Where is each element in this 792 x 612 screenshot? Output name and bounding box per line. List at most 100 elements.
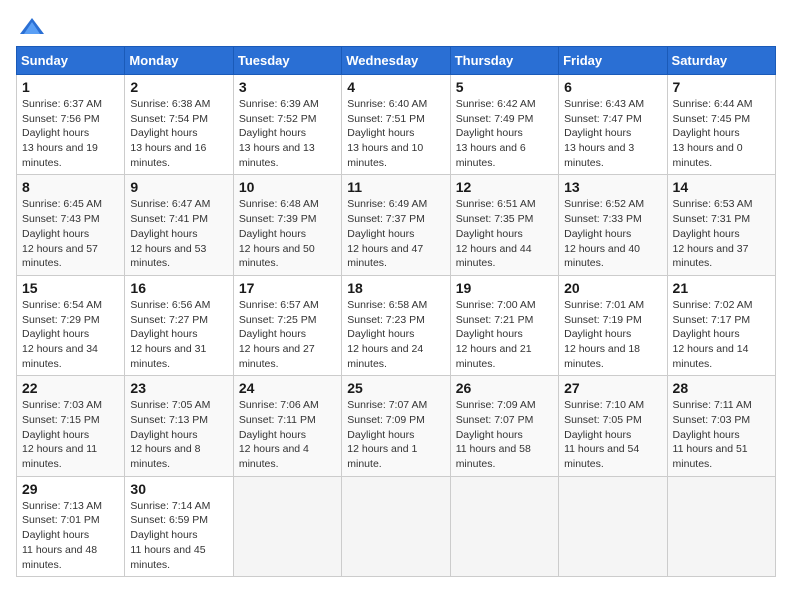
- calendar-cell: 28 Sunrise: 7:11 AMSunset: 7:03 PMDayligh…: [667, 376, 775, 476]
- day-number: 17: [239, 280, 336, 296]
- calendar-cell: 8 Sunrise: 6:45 AMSunset: 7:43 PMDaylight…: [17, 175, 125, 275]
- calendar-cell: 26 Sunrise: 7:09 AMSunset: 7:07 PMDayligh…: [450, 376, 558, 476]
- day-info: Sunrise: 7:14 AMSunset: 6:59 PMDaylight …: [130, 499, 227, 572]
- logo: [16, 16, 46, 34]
- day-info: Sunrise: 6:44 AMSunset: 7:45 PMDaylight …: [673, 97, 770, 170]
- day-number: 9: [130, 179, 227, 195]
- calendar-cell: 16Sunrise: 6:56 AMSunset: 7:27 PMDayligh…: [125, 275, 233, 375]
- header-day-tuesday: Tuesday: [233, 47, 341, 75]
- day-number: 26: [456, 380, 553, 396]
- day-info: Sunrise: 6:42 AMSunset: 7:49 PMDaylight …: [456, 97, 553, 170]
- calendar-row-2: 15 Sunrise: 6:54 AMSunset: 7:29 PMDayligh…: [17, 275, 776, 375]
- calendar-cell: 24 Sunrise: 7:06 AMSunset: 7:11 PMDayligh…: [233, 376, 341, 476]
- calendar-cell: 21 Sunrise: 7:02 AMSunset: 7:17 PMDayligh…: [667, 275, 775, 375]
- day-number: 23: [130, 380, 227, 396]
- day-info: Sunrise: 7:01 AMSunset: 7:19 PMDaylight …: [564, 298, 661, 371]
- calendar-cell: 25 Sunrise: 7:07 AMSunset: 7:09 PMDayligh…: [342, 376, 450, 476]
- day-info: Sunrise: 6:52 AMSunset: 7:33 PMDaylight …: [564, 197, 661, 270]
- day-number: 28: [673, 380, 770, 396]
- day-number: 20: [564, 280, 661, 296]
- day-number: 3: [239, 79, 336, 95]
- calendar-cell: 11 Sunrise: 6:49 AMSunset: 7:37 PMDayligh…: [342, 175, 450, 275]
- day-info: Sunrise: 7:07 AMSunset: 7:09 PMDaylight …: [347, 398, 444, 471]
- day-number: 2: [130, 79, 227, 95]
- calendar-cell: [342, 476, 450, 576]
- day-number: 25: [347, 380, 444, 396]
- day-number: 19: [456, 280, 553, 296]
- calendar-cell: 18 Sunrise: 6:58 AMSunset: 7:23 PMDayligh…: [342, 275, 450, 375]
- calendar-cell: 27 Sunrise: 7:10 AMSunset: 7:05 PMDayligh…: [559, 376, 667, 476]
- day-number: 6: [564, 79, 661, 95]
- day-number: 29: [22, 481, 119, 497]
- calendar-cell: 13 Sunrise: 6:52 AMSunset: 7:33 PMDayligh…: [559, 175, 667, 275]
- calendar-cell: 29 Sunrise: 7:13 AMSunset: 7:01 PMDayligh…: [17, 476, 125, 576]
- day-info: Sunrise: 6:53 AMSunset: 7:31 PMDaylight …: [673, 197, 770, 270]
- day-number: 11: [347, 179, 444, 195]
- day-number: 8: [22, 179, 119, 195]
- day-info: Sunrise: 6:49 AMSunset: 7:37 PMDaylight …: [347, 197, 444, 270]
- day-number: 22: [22, 380, 119, 396]
- day-info: Sunrise: 6:58 AMSunset: 7:23 PMDaylight …: [347, 298, 444, 371]
- day-number: 1: [22, 79, 119, 95]
- day-number: 13: [564, 179, 661, 195]
- day-number: 4: [347, 79, 444, 95]
- day-number: 15: [22, 280, 119, 296]
- calendar-header-row: SundayMondayTuesdayWednesdayThursdayFrid…: [17, 47, 776, 75]
- day-number: 30: [130, 481, 227, 497]
- day-info: Sunrise: 7:11 AMSunset: 7:03 PMDaylight …: [673, 398, 770, 471]
- calendar-cell: 7 Sunrise: 6:44 AMSunset: 7:45 PMDaylight…: [667, 75, 775, 175]
- logo-icon: [18, 16, 46, 38]
- calendar-cell: 19 Sunrise: 7:00 AMSunset: 7:21 PMDayligh…: [450, 275, 558, 375]
- day-number: 27: [564, 380, 661, 396]
- day-info: Sunrise: 6:51 AMSunset: 7:35 PMDaylight …: [456, 197, 553, 270]
- day-number: 10: [239, 179, 336, 195]
- calendar-cell: 17Sunrise: 6:57 AMSunset: 7:25 PMDayligh…: [233, 275, 341, 375]
- calendar-cell: 9 Sunrise: 6:47 AMSunset: 7:41 PMDaylight…: [125, 175, 233, 275]
- calendar-cell: 23 Sunrise: 7:05 AMSunset: 7:13 PMDayligh…: [125, 376, 233, 476]
- day-number: 14: [673, 179, 770, 195]
- day-info: Sunrise: 6:48 AMSunset: 7:39 PMDaylight …: [239, 197, 336, 270]
- calendar-cell: 30 Sunrise: 7:14 AMSunset: 6:59 PMDayligh…: [125, 476, 233, 576]
- calendar-cell: 14 Sunrise: 6:53 AMSunset: 7:31 PMDayligh…: [667, 175, 775, 275]
- day-info: Sunrise: 7:02 AMSunset: 7:17 PMDaylight …: [673, 298, 770, 371]
- header-day-friday: Friday: [559, 47, 667, 75]
- day-number: 21: [673, 280, 770, 296]
- calendar-cell: 22 Sunrise: 7:03 AMSunset: 7:15 PMDayligh…: [17, 376, 125, 476]
- day-number: 16: [130, 280, 227, 296]
- calendar-cell: [559, 476, 667, 576]
- calendar-row-4: 29 Sunrise: 7:13 AMSunset: 7:01 PMDayligh…: [17, 476, 776, 576]
- day-info: Sunrise: 6:47 AMSunset: 7:41 PMDaylight …: [130, 197, 227, 270]
- day-info: Sunrise: 7:13 AMSunset: 7:01 PMDaylight …: [22, 499, 119, 572]
- day-info: Sunrise: 7:10 AMSunset: 7:05 PMDaylight …: [564, 398, 661, 471]
- calendar-cell: 12 Sunrise: 6:51 AMSunset: 7:35 PMDayligh…: [450, 175, 558, 275]
- calendar-cell: 1 Sunrise: 6:37 AMSunset: 7:56 PMDaylight…: [17, 75, 125, 175]
- header-day-saturday: Saturday: [667, 47, 775, 75]
- day-info: Sunrise: 7:03 AMSunset: 7:15 PMDaylight …: [22, 398, 119, 471]
- calendar-row-0: 1 Sunrise: 6:37 AMSunset: 7:56 PMDaylight…: [17, 75, 776, 175]
- calendar-cell: 10 Sunrise: 6:48 AMSunset: 7:39 PMDayligh…: [233, 175, 341, 275]
- day-number: 24: [239, 380, 336, 396]
- header-day-sunday: Sunday: [17, 47, 125, 75]
- header-day-monday: Monday: [125, 47, 233, 75]
- calendar-cell: 4 Sunrise: 6:40 AMSunset: 7:51 PMDaylight…: [342, 75, 450, 175]
- calendar-row-1: 8 Sunrise: 6:45 AMSunset: 7:43 PMDaylight…: [17, 175, 776, 275]
- day-info: Sunrise: 7:00 AMSunset: 7:21 PMDaylight …: [456, 298, 553, 371]
- calendar-cell: 3Sunrise: 6:39 AMSunset: 7:52 PMDaylight…: [233, 75, 341, 175]
- calendar-cell: [233, 476, 341, 576]
- day-info: Sunrise: 7:09 AMSunset: 7:07 PMDaylight …: [456, 398, 553, 471]
- calendar-cell: 20 Sunrise: 7:01 AMSunset: 7:19 PMDayligh…: [559, 275, 667, 375]
- day-number: 12: [456, 179, 553, 195]
- calendar-cell: 5 Sunrise: 6:42 AMSunset: 7:49 PMDaylight…: [450, 75, 558, 175]
- day-number: 7: [673, 79, 770, 95]
- day-info: Sunrise: 7:05 AMSunset: 7:13 PMDaylight …: [130, 398, 227, 471]
- header-day-thursday: Thursday: [450, 47, 558, 75]
- calendar-cell: 15 Sunrise: 6:54 AMSunset: 7:29 PMDayligh…: [17, 275, 125, 375]
- day-number: 18: [347, 280, 444, 296]
- day-number: 5: [456, 79, 553, 95]
- day-info: Sunrise: 6:54 AMSunset: 7:29 PMDaylight …: [22, 298, 119, 371]
- day-info: Sunrise: 7:06 AMSunset: 7:11 PMDaylight …: [239, 398, 336, 471]
- day-info: Sunrise: 6:37 AMSunset: 7:56 PMDaylight …: [22, 97, 119, 170]
- day-info: Sunrise: 6:43 AMSunset: 7:47 PMDaylight …: [564, 97, 661, 170]
- day-info: Sunrise: 6:40 AMSunset: 7:51 PMDaylight …: [347, 97, 444, 170]
- day-info: Sunrise: 6:45 AMSunset: 7:43 PMDaylight …: [22, 197, 119, 270]
